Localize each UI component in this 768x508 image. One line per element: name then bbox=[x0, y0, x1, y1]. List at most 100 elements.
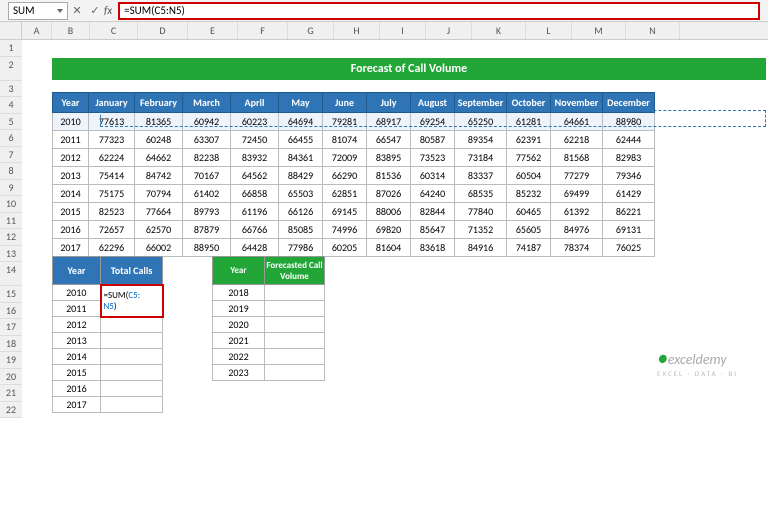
cell[interactable]: 85647 bbox=[411, 221, 455, 239]
cell[interactable]: 84916 bbox=[455, 239, 507, 257]
cell[interactable]: 81074 bbox=[323, 131, 367, 149]
cell[interactable]: 2014 bbox=[53, 185, 89, 203]
accept-icon[interactable]: ✓ bbox=[86, 4, 104, 17]
cell[interactable]: 2011 bbox=[53, 131, 89, 149]
col-header[interactable]: K bbox=[472, 22, 526, 39]
cell[interactable]: 70794 bbox=[135, 185, 183, 203]
cell[interactable]: 62224 bbox=[89, 149, 135, 167]
cell[interactable] bbox=[265, 349, 325, 365]
cell[interactable]: 65503 bbox=[279, 185, 323, 203]
cell[interactable]: 2013 bbox=[53, 167, 89, 185]
select-all[interactable] bbox=[0, 22, 22, 39]
cell[interactable]: 62444 bbox=[603, 131, 655, 149]
cell[interactable] bbox=[265, 301, 325, 317]
col-header[interactable]: M bbox=[572, 22, 626, 39]
cell[interactable]: 62570 bbox=[135, 221, 183, 239]
row-header[interactable]: 8 bbox=[0, 163, 22, 180]
cell[interactable]: 69820 bbox=[367, 221, 411, 239]
cell[interactable]: 2019 bbox=[213, 301, 265, 317]
cell[interactable]: 61281 bbox=[507, 113, 551, 131]
cell[interactable]: 69499 bbox=[551, 185, 603, 203]
cell[interactable]: 60248 bbox=[135, 131, 183, 149]
cell[interactable]: 66126 bbox=[279, 203, 323, 221]
col-header[interactable]: D bbox=[138, 22, 188, 39]
cell[interactable] bbox=[101, 317, 163, 333]
cell[interactable] bbox=[101, 365, 163, 381]
row-header[interactable]: 1 bbox=[0, 40, 22, 57]
cell[interactable]: 2022 bbox=[213, 349, 265, 365]
cell[interactable] bbox=[101, 333, 163, 349]
cell[interactable]: 83337 bbox=[455, 167, 507, 185]
col-header[interactable]: I bbox=[380, 22, 426, 39]
cell[interactable]: 77840 bbox=[455, 203, 507, 221]
col-header[interactable]: E bbox=[188, 22, 238, 39]
row-header[interactable]: 7 bbox=[0, 147, 22, 164]
cell[interactable]: 66858 bbox=[231, 185, 279, 203]
cell[interactable]: 77664 bbox=[135, 203, 183, 221]
cell[interactable] bbox=[101, 397, 163, 413]
cell[interactable]: 82523 bbox=[89, 203, 135, 221]
cell[interactable]: 81536 bbox=[367, 167, 411, 185]
cell[interactable]: 84976 bbox=[551, 221, 603, 239]
col-header[interactable]: L bbox=[526, 22, 572, 39]
formula-input[interactable]: =SUM(C5:N5) bbox=[118, 2, 760, 20]
cell[interactable]: 66455 bbox=[279, 131, 323, 149]
cell[interactable]: 2017 bbox=[53, 397, 101, 413]
row-header[interactable]: 21 bbox=[0, 385, 22, 402]
cell[interactable]: 82844 bbox=[411, 203, 455, 221]
cell[interactable] bbox=[265, 317, 325, 333]
cell[interactable]: 64562 bbox=[231, 167, 279, 185]
cell[interactable]: 65605 bbox=[507, 221, 551, 239]
cell[interactable]: 62218 bbox=[551, 131, 603, 149]
row-header[interactable]: 12 bbox=[0, 229, 22, 246]
row-header[interactable]: 17 bbox=[0, 319, 22, 336]
row-header[interactable]: 5 bbox=[0, 114, 22, 131]
cell[interactable]: 73184 bbox=[455, 149, 507, 167]
cell[interactable]: 2023 bbox=[213, 365, 265, 381]
cell[interactable]: 79281 bbox=[323, 113, 367, 131]
cell[interactable]: 76025 bbox=[603, 239, 655, 257]
fx-icon[interactable]: fx bbox=[104, 4, 112, 17]
cell[interactable]: 68535 bbox=[455, 185, 507, 203]
cell[interactable]: 77613 bbox=[89, 113, 135, 131]
cell[interactable]: 66547 bbox=[367, 131, 411, 149]
cell[interactable]: 69131 bbox=[603, 221, 655, 239]
cell[interactable]: 66290 bbox=[323, 167, 367, 185]
cell[interactable]: 84742 bbox=[135, 167, 183, 185]
row-header[interactable]: 10 bbox=[0, 196, 22, 213]
cell[interactable]: 2020 bbox=[213, 317, 265, 333]
cell[interactable]: 77986 bbox=[279, 239, 323, 257]
cell[interactable]: 85085 bbox=[279, 221, 323, 239]
cell[interactable]: 60314 bbox=[411, 167, 455, 185]
cell[interactable]: 87026 bbox=[367, 185, 411, 203]
cell[interactable]: 2015 bbox=[53, 203, 89, 221]
cell[interactable]: 61402 bbox=[183, 185, 231, 203]
row-header[interactable]: 4 bbox=[0, 97, 22, 114]
cell[interactable]: 60504 bbox=[507, 167, 551, 185]
cell[interactable]: 79346 bbox=[603, 167, 655, 185]
cell[interactable]: 74187 bbox=[507, 239, 551, 257]
cell[interactable]: 77562 bbox=[507, 149, 551, 167]
cell[interactable]: 61392 bbox=[551, 203, 603, 221]
cell[interactable]: 77279 bbox=[551, 167, 603, 185]
cell[interactable]: 89354 bbox=[455, 131, 507, 149]
cell[interactable]: 64240 bbox=[411, 185, 455, 203]
row-header[interactable]: 2 bbox=[0, 57, 22, 81]
cell[interactable]: 66002 bbox=[135, 239, 183, 257]
cell[interactable] bbox=[101, 349, 163, 365]
cell[interactable]: 75175 bbox=[89, 185, 135, 203]
cell[interactable]: 2016 bbox=[53, 381, 101, 397]
cell[interactable]: 65250 bbox=[455, 113, 507, 131]
row-header[interactable]: 22 bbox=[0, 402, 22, 419]
cell[interactable]: 71352 bbox=[455, 221, 507, 239]
row-header[interactable]: 19 bbox=[0, 352, 22, 369]
cell[interactable]: 60223 bbox=[231, 113, 279, 131]
col-header[interactable]: J bbox=[426, 22, 472, 39]
row-header[interactable]: 16 bbox=[0, 303, 22, 320]
cell[interactable]: 61429 bbox=[603, 185, 655, 203]
cell[interactable]: 2012 bbox=[53, 317, 101, 333]
cell[interactable]: 75414 bbox=[89, 167, 135, 185]
col-header[interactable]: C bbox=[90, 22, 138, 39]
cell[interactable]: 77323 bbox=[89, 131, 135, 149]
col-header[interactable]: F bbox=[238, 22, 288, 39]
